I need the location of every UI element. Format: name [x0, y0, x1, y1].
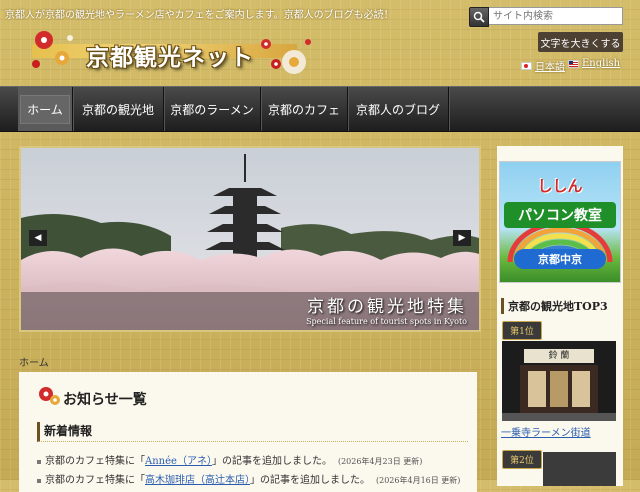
rank-badge: 第2位	[502, 450, 542, 469]
slider-subtitle: Special feature of tourist spots in Kyot…	[306, 317, 467, 326]
site-logo[interactable]: 京都観光ネット	[26, 24, 316, 78]
site-title: 京都観光ネット	[86, 44, 254, 71]
section-title: 新着情報	[37, 422, 468, 442]
chevron-left-icon: ◀	[34, 233, 42, 243]
slider-title: 京都の観光地特集	[307, 297, 467, 317]
news-prefix: 京都のカフェ特集に「	[45, 475, 145, 486]
news-link[interactable]: Année（アネ）	[145, 456, 212, 467]
rank-badge: 第1位	[502, 321, 542, 340]
us-flag-icon	[568, 59, 579, 68]
main-nav: ホーム 京都の観光地 京都のラーメン 京都のカフェ 京都人のブログ	[0, 86, 640, 132]
news-link[interactable]: 高木珈琲店（高辻本店）	[145, 475, 250, 486]
search-input[interactable]	[489, 7, 623, 25]
shop-sign: 鈴 蘭	[548, 351, 570, 361]
slider-prev-button[interactable]: ◀	[29, 230, 47, 246]
banner-line1: ししん	[537, 177, 583, 195]
slider-next-button[interactable]: ▶	[453, 230, 471, 246]
nav-item-sightseeing[interactable]: 京都の観光地	[73, 87, 164, 131]
sidebar: ししん パソコン教室 京都中京 京都の観光地TOP3 第1位 鈴 蘭 一乗寺ラー…	[497, 146, 623, 486]
nav-item-ramen[interactable]: 京都のラーメン	[164, 87, 261, 131]
news-date: (2026年4月16日 更新)	[376, 476, 461, 485]
site-search	[469, 7, 623, 27]
lang-japanese-label: 日本語	[535, 62, 565, 73]
search-icon	[473, 11, 485, 23]
nav-label: 京都のカフェ	[267, 102, 340, 117]
nav-label: 京都のラーメン	[170, 102, 254, 117]
jp-flag-icon	[521, 61, 532, 70]
slider-caption: 京都の観光地特集 Special feature of tourist spot…	[306, 292, 467, 326]
bullet-icon	[37, 459, 41, 464]
flower-ornament-icon	[261, 39, 311, 74]
lang-japanese-link[interactable]: 日本語	[521, 58, 565, 73]
flower-icon	[39, 387, 60, 405]
lang-english-link[interactable]: English	[568, 58, 620, 69]
ramen-shop-image[interactable]: 鈴 蘭	[502, 341, 616, 421]
nav-label: ホーム	[20, 94, 70, 124]
page-title: お知らせ一覧	[63, 392, 147, 408]
site-tagline: 京都人が京都の観光地やラーメン店やカフェをご案内します。京都人のブログも必読！	[5, 10, 394, 21]
nav-item-home[interactable]: ホーム	[18, 87, 73, 131]
news-prefix: 京都のカフェ特集に「	[45, 456, 145, 467]
plum-blossom-icon	[32, 31, 73, 68]
news-date: (2026年4月23日 更新)	[337, 457, 423, 466]
rank-1-link[interactable]: 一乗寺ラーメン街道	[501, 424, 591, 439]
hero-slider[interactable]: ◀ ▶ 京都の観光地特集 Special feature of tourist …	[19, 146, 481, 332]
news-suffix: 」の記事を追加しました。	[211, 456, 332, 467]
bullet-icon	[37, 478, 41, 483]
ranking-title: 京都の観光地TOP3	[501, 298, 622, 314]
lang-english-label: English	[582, 58, 621, 69]
nav-item-cafe[interactable]: 京都のカフェ	[261, 87, 348, 131]
enlarge-text-button[interactable]: 文字を大きくする	[538, 32, 623, 52]
nav-label: 京都人のブログ	[355, 102, 440, 117]
nav-item-blog[interactable]: 京都人のブログ	[348, 87, 449, 131]
news-item: 京都のカフェ特集に「Année（アネ）」の記事を追加しました。 (2026年4月2…	[37, 452, 422, 467]
pc-school-banner[interactable]: ししん パソコン教室 京都中京	[499, 161, 621, 283]
breadcrumb[interactable]: ホーム	[19, 354, 49, 369]
nav-label: 京都の観光地	[81, 102, 154, 117]
news-suffix: 」の記事を追加しました。	[250, 475, 370, 486]
search-button[interactable]	[469, 7, 489, 27]
news-item: 京都のカフェ特集に「高木珈琲店（高辻本店）」の記事を追加しました。 (2026年4…	[37, 471, 460, 486]
chevron-right-icon: ▶	[458, 233, 466, 243]
rank-2-image[interactable]	[543, 452, 616, 486]
notice-panel: お知らせ一覧 新着情報 京都のカフェ特集に「Année（アネ）」の記事を追加しま…	[19, 372, 477, 492]
banner-line2: パソコン教室	[504, 202, 616, 228]
banner-line3: 京都中京	[514, 249, 606, 269]
